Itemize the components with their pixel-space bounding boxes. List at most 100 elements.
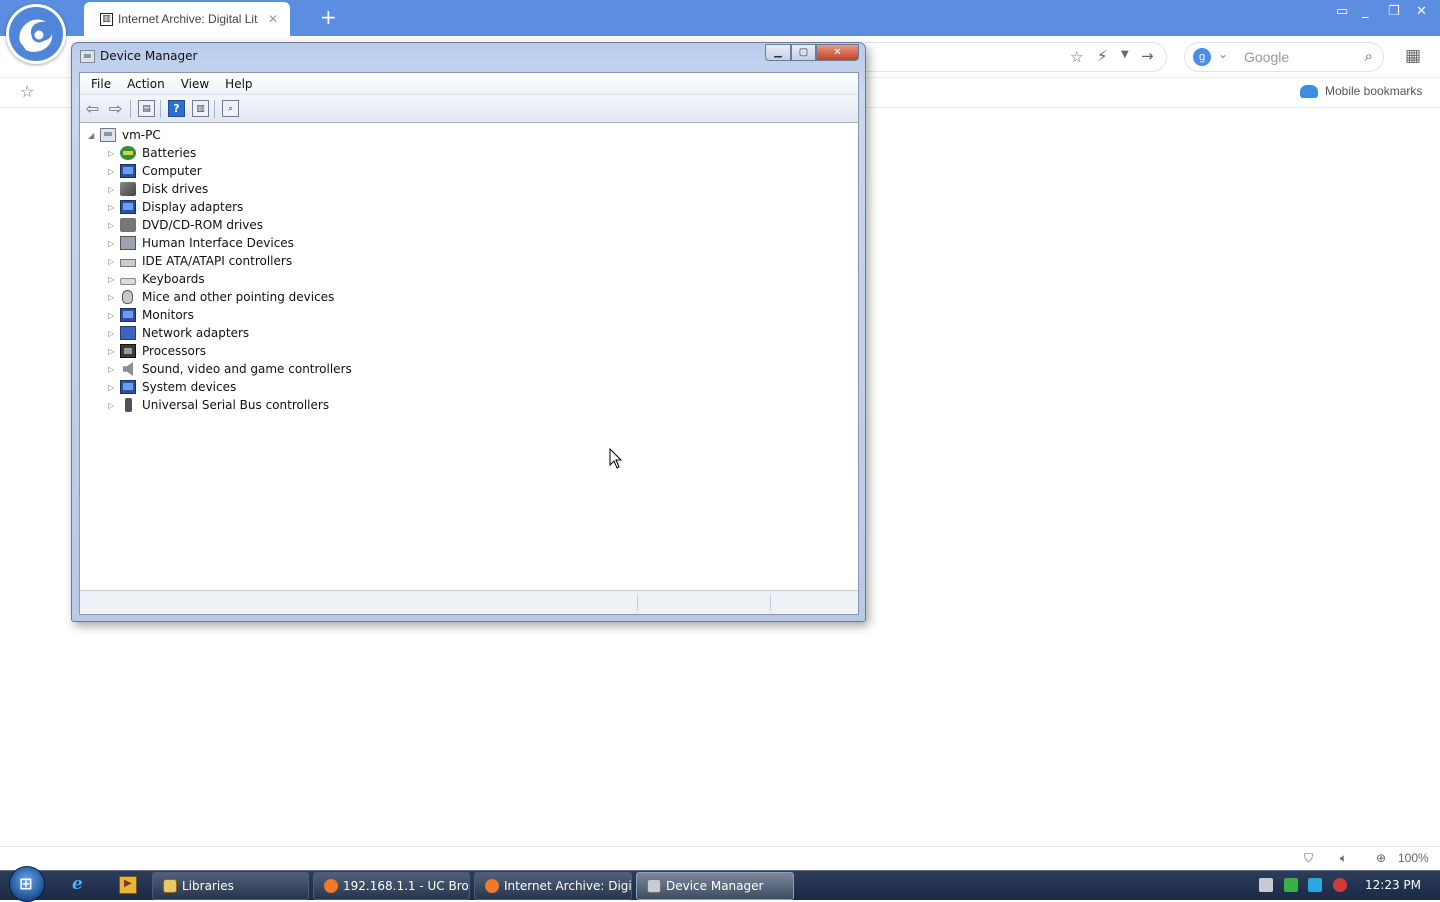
device-manager-window[interactable]: Device Manager ▁ ▢ ✕ File Action View He… <box>71 42 866 622</box>
search-engine-icon[interactable]: g <box>1193 48 1211 66</box>
tree-item[interactable]: ▷ Display adapters <box>108 198 243 216</box>
minimize-button[interactable]: _ <box>1362 4 1369 19</box>
tree-item[interactable]: ▷ System devices <box>108 378 236 396</box>
tree-item[interactable]: ▷ Network adapters <box>108 324 249 342</box>
tree-item[interactable]: ▷ Human Interface Devices <box>108 234 294 252</box>
tree-item-label: Display adapters <box>142 200 244 214</box>
tree-item[interactable]: ▷ Mice and other pointing devices <box>108 288 334 306</box>
expand-icon[interactable]: ▷ <box>108 203 118 212</box>
dvd-drive-icon <box>120 218 136 232</box>
menu-help[interactable]: Help <box>219 77 258 91</box>
action-pane-icon[interactable]: ▥ <box>192 100 209 117</box>
taskbar-button-label: Libraries <box>182 879 234 893</box>
new-tab-button[interactable]: + <box>320 5 337 29</box>
bookmark-star-icon[interactable]: ☆ <box>20 82 34 101</box>
tree-item[interactable]: ▷ Disk drives <box>108 180 208 198</box>
monitor-icon <box>120 308 136 322</box>
taskbar-clock[interactable]: 12:23 PM <box>1365 878 1421 892</box>
tree-root[interactable]: ◢ vm-PC <box>88 126 161 144</box>
expand-icon[interactable]: ▷ <box>108 293 118 302</box>
chevron-down-icon[interactable]: ⌄ <box>1218 47 1228 61</box>
restore-button[interactable]: ❐ <box>1388 4 1400 19</box>
status-separator <box>637 594 638 611</box>
expand-icon[interactable]: ▷ <box>108 149 118 158</box>
media-player-icon[interactable] <box>119 876 137 894</box>
lightning-icon[interactable]: ⚡ <box>1097 47 1108 65</box>
window-close-button[interactable]: ✕ <box>816 44 859 61</box>
taskbar-button-device-manager[interactable]: Device Manager <box>636 872 794 900</box>
tree-item-label: Sound, video and game controllers <box>142 362 352 376</box>
shield-icon[interactable]: ⛉ <box>1304 851 1313 866</box>
skin-icon[interactable]: ▭ <box>1336 4 1348 19</box>
tab-close-icon[interactable]: ✕ <box>268 12 278 26</box>
expand-icon[interactable]: ▷ <box>108 185 118 194</box>
tray-flag-icon[interactable] <box>1284 878 1298 892</box>
zoom-level[interactable]: 100% <box>1398 851 1429 865</box>
device-manager-client-area: File Action View Help ⇦ ⇨ ▤ ? ▥ ⌕ ◢ vm-P… <box>79 72 859 615</box>
tray-display-icon[interactable] <box>1308 878 1322 892</box>
taskbar-button-label: 192.168.1.1 - UC Bro... <box>343 879 470 893</box>
window-minimize-button[interactable]: ▁ <box>765 44 791 61</box>
start-button[interactable]: ⊞ <box>9 866 45 902</box>
tray-security-icon[interactable] <box>1333 878 1347 892</box>
tree-item[interactable]: ▷ Processors <box>108 342 206 360</box>
go-arrow-icon[interactable]: → <box>1141 47 1154 65</box>
expand-icon[interactable]: ▷ <box>108 365 118 374</box>
expand-icon[interactable]: ▷ <box>108 257 118 266</box>
zoom-icon[interactable]: ⊕ <box>1376 851 1386 865</box>
tree-item[interactable]: ▷ Sound, video and game controllers <box>108 360 352 378</box>
expand-icon[interactable]: ▷ <box>108 221 118 230</box>
ide-controller-icon <box>120 259 136 267</box>
taskbar-button-libraries[interactable]: Libraries <box>152 872 309 900</box>
tree-item[interactable]: ▷ Computer <box>108 162 202 180</box>
expand-icon[interactable]: ▷ <box>108 311 118 320</box>
tree-item-label: DVD/CD-ROM drives <box>142 218 264 232</box>
computer-icon <box>120 164 136 178</box>
tree-item[interactable]: ▷ Keyboards <box>108 270 205 288</box>
tree-item[interactable]: ▷ DVD/CD-ROM drives <box>108 216 263 234</box>
mouse-icon <box>122 290 133 304</box>
search-icon[interactable]: ⌕ <box>1365 47 1373 65</box>
expand-icon[interactable]: ▷ <box>108 239 118 248</box>
browser-tab[interactable]: ▥ Internet Archive: Digital Lit ✕ <box>84 2 290 36</box>
expand-icon[interactable]: ▷ <box>108 167 118 176</box>
uc-browser-logo[interactable] <box>6 4 66 64</box>
tree-item-label: Disk drives <box>142 182 209 196</box>
speaker-icon[interactable]: 🔈︎ <box>1340 851 1347 866</box>
internet-explorer-icon[interactable]: e <box>72 874 90 894</box>
forward-arrow-icon[interactable]: ⇨ <box>107 99 124 118</box>
menu-file[interactable]: File <box>85 77 117 91</box>
collapse-icon[interactable]: ◢ <box>88 131 98 140</box>
computer-root-icon <box>100 128 116 142</box>
tray-network-icon[interactable] <box>1259 878 1273 892</box>
taskbar-button-uc-browser-router[interactable]: 192.168.1.1 - UC Bro... <box>313 872 470 900</box>
menu-view[interactable]: View <box>175 77 215 91</box>
system-devices-icon <box>120 380 136 394</box>
search-input[interactable]: Google <box>1244 49 1289 65</box>
star-icon[interactable]: ☆ <box>1070 48 1083 66</box>
back-arrow-icon[interactable]: ⇦ <box>84 99 101 118</box>
expand-icon[interactable]: ▷ <box>108 383 118 392</box>
tree-item[interactable]: ▷ IDE ATA/ATAPI controllers <box>108 252 292 270</box>
taskbar: ⊞ e Libraries 192.168.1.1 - UC Bro... In… <box>0 866 1440 902</box>
taskbar-button-uc-browser-archive[interactable]: Internet Archive: Digi... <box>474 872 632 900</box>
menu-action[interactable]: Action <box>121 77 171 91</box>
taskbar-button-label: Device Manager <box>666 879 764 893</box>
help-icon[interactable]: ? <box>168 100 185 117</box>
search-box[interactable]: g ⌄ Google ⌕ <box>1184 42 1384 72</box>
expand-icon[interactable]: ▷ <box>108 275 118 284</box>
mobile-bookmarks-link[interactable]: Mobile bookmarks <box>1300 84 1422 98</box>
expand-icon[interactable]: ▷ <box>108 329 118 338</box>
tree-item[interactable]: ▷ Monitors <box>108 306 194 324</box>
dropdown-caret-icon[interactable]: ▼ <box>1121 49 1129 60</box>
show-hide-console-tree-icon[interactable]: ▤ <box>138 100 155 117</box>
tree-item[interactable]: ▷ Universal Serial Bus controllers <box>108 396 329 414</box>
tree-item[interactable]: ▷ Batteries <box>108 144 196 162</box>
window-maximize-button[interactable]: ▢ <box>791 44 816 61</box>
expand-icon[interactable]: ▷ <box>108 347 118 356</box>
apps-grid-icon[interactable]: ▦ <box>1405 46 1421 66</box>
close-button[interactable]: ✕ <box>1416 4 1427 19</box>
scan-hardware-changes-icon[interactable]: ⌕ <box>222 100 239 117</box>
expand-icon[interactable]: ▷ <box>108 401 118 410</box>
device-manager-titlebar[interactable]: Device Manager ▁ ▢ ✕ <box>72 43 865 71</box>
